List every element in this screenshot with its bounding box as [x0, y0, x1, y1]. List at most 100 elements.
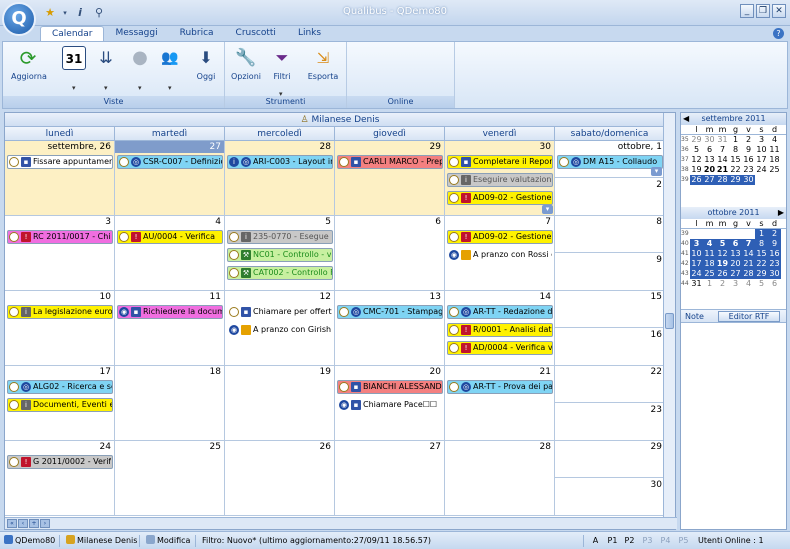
day-cell[interactable]: 26	[225, 441, 335, 516]
mini-day[interactable]: 9	[768, 239, 781, 249]
group-view-dropdown[interactable]: ▾	[168, 84, 172, 92]
day-cell-saturday[interactable]: 8	[555, 216, 665, 253]
mini-day[interactable]: 5	[716, 239, 729, 249]
day-cell[interactable]: settembre, 26	[5, 141, 115, 216]
mini-day[interactable]: 29	[690, 135, 703, 145]
mini-day[interactable]: 4	[703, 239, 716, 249]
mini-day[interactable]: 16	[768, 249, 781, 259]
month-view-dropdown[interactable]: ▾	[72, 84, 76, 92]
appointment[interactable]: ! AD/0004 - Verifica v	[447, 341, 553, 355]
mini-day[interactable]: 3	[690, 239, 703, 249]
mini-day[interactable]: 31	[716, 135, 729, 145]
mini-day[interactable]: 10	[755, 145, 768, 155]
appointment[interactable]: ▪ Chiamare per offerta	[227, 305, 333, 319]
editor-rtf-button[interactable]: Editor RTF	[718, 311, 780, 322]
appointment[interactable]: ! G 2011/0002 - Verif	[7, 455, 113, 469]
day-cell-saturday[interactable]: 22	[555, 366, 665, 403]
mini-day[interactable]: 26	[690, 175, 703, 185]
mini-day[interactable]: 4	[742, 279, 755, 289]
mini-day[interactable]: 30	[742, 175, 755, 185]
restore-button[interactable]: ❐	[756, 4, 770, 18]
day-cell[interactable]: 18	[115, 366, 225, 441]
mini-day[interactable]: 6	[729, 239, 742, 249]
mini-day[interactable]: 12	[716, 249, 729, 259]
day-cell[interactable]: 29	[335, 141, 445, 216]
navigate-dropdown[interactable]: ▾	[104, 84, 108, 92]
mini-day[interactable]: 31	[690, 279, 703, 289]
appointment[interactable]: ▪ Fissare appuntamen	[7, 155, 113, 169]
mini-day[interactable]: 13	[703, 155, 716, 165]
appointment[interactable]: i La legislazione europ	[7, 305, 113, 319]
appointment[interactable]: i Eseguire valutazione	[447, 173, 553, 187]
tab-messaggi[interactable]: Messaggi	[104, 26, 168, 41]
day-cell[interactable]: 21	[445, 366, 555, 441]
appointment[interactable]: i ◎ ARI-C003 - Layout in	[227, 155, 333, 169]
appointment[interactable]: ⚒ NC01 - Controllo - v	[227, 248, 333, 262]
vertical-scrollbar[interactable]	[663, 113, 675, 518]
mini-day[interactable]: 3	[755, 135, 768, 145]
mini-day[interactable]: 6	[768, 279, 781, 289]
appointment[interactable]: ◎ DM A15 - Collaudo	[557, 155, 663, 169]
mini-day[interactable]: 12	[690, 155, 703, 165]
horizontal-scrollbar[interactable]: « ‹ + ›	[5, 517, 677, 529]
mini-day[interactable]: 11	[768, 145, 781, 155]
mini-day[interactable]: 28	[716, 175, 729, 185]
aggiorna-button[interactable]: ⟳ Aggiorna	[11, 46, 47, 81]
mini-day[interactable]: 23	[742, 165, 755, 175]
day-cell-today[interactable]: 27	[115, 141, 225, 216]
mini-day[interactable]: 11	[703, 249, 716, 259]
day-cell-sunday[interactable]: 30	[555, 479, 665, 516]
appointment[interactable]: ◉ A pranzo con Rossi c	[447, 248, 553, 262]
day-cell[interactable]: 13	[335, 291, 445, 366]
appointment[interactable]: ▪ BIANCHI ALESSAND	[337, 380, 443, 394]
tab-cruscotti[interactable]: Cruscotti	[225, 26, 287, 41]
appointment[interactable]: ! AU/0004 - Verifica	[117, 230, 223, 244]
day-cell[interactable]: 25	[115, 441, 225, 516]
tab-calendar[interactable]: Calendar	[40, 26, 105, 41]
priority-p3-button[interactable]: P3	[640, 535, 655, 547]
appointment[interactable]: ▪ Completare il Report	[447, 155, 553, 169]
mini-day[interactable]: 7	[716, 145, 729, 155]
first-page-icon[interactable]: «	[7, 519, 17, 528]
day-cell[interactable]: 3	[5, 216, 115, 291]
appointment[interactable]: ! R/0001 - Analisi dati	[447, 323, 553, 337]
scroll-thumb[interactable]	[665, 313, 674, 329]
mini-day[interactable]: 1	[729, 135, 742, 145]
circle-view-button[interactable]: ●	[127, 46, 153, 72]
mini-day[interactable]: 28	[742, 269, 755, 279]
circle-view-dropdown[interactable]: ▾	[138, 84, 142, 92]
group-view-button[interactable]: 👥	[157, 46, 183, 72]
mini-day[interactable]: 9	[742, 145, 755, 155]
filtri-button[interactable]: ⏷ Filtri	[269, 46, 295, 81]
esporta-button[interactable]: ⇲ Esporta	[307, 46, 339, 81]
day-cell[interactable]: 28	[225, 141, 335, 216]
mini-day[interactable]: 22	[755, 259, 768, 269]
priority-p2-button[interactable]: P2	[622, 535, 637, 547]
priority-p4-button[interactable]: P4	[658, 535, 673, 547]
prev-page-icon[interactable]: ‹	[18, 519, 28, 528]
mini-day[interactable]: 23	[768, 259, 781, 269]
mini-day[interactable]: 2	[716, 279, 729, 289]
mini-day[interactable]: 29	[755, 269, 768, 279]
day-cell-sunday[interactable]: 2	[555, 179, 665, 216]
day-cell[interactable]: 27	[335, 441, 445, 516]
day-cell[interactable]: 19	[225, 366, 335, 441]
day-cell[interactable]: 11	[115, 291, 225, 366]
appointment[interactable]: ◉ ▪ Chiamare Pace☐☐	[337, 398, 443, 412]
day-cell[interactable]: 28	[445, 441, 555, 516]
mini-day[interactable]: 4	[768, 135, 781, 145]
day-cell[interactable]: 24	[5, 441, 115, 516]
day-cell[interactable]: 10	[5, 291, 115, 366]
mini-day[interactable]: 8	[729, 145, 742, 155]
next-month-icon[interactable]: ▶	[778, 207, 784, 219]
tab-rubrica[interactable]: Rubrica	[169, 26, 225, 41]
mini-day[interactable]: 5	[690, 145, 703, 155]
opzioni-button[interactable]: 🔧 Opzioni	[231, 46, 261, 81]
mini-day[interactable]: 29	[729, 175, 742, 185]
appointment[interactable]: ◎ ALG02 - Ricerca e se	[7, 380, 113, 394]
mini-day[interactable]: 18	[703, 259, 716, 269]
mini-day[interactable]: 24	[690, 269, 703, 279]
day-cell[interactable]: 6	[335, 216, 445, 291]
mini-day[interactable]: 2	[768, 229, 781, 239]
priority-p1-button[interactable]: P1	[605, 535, 620, 547]
